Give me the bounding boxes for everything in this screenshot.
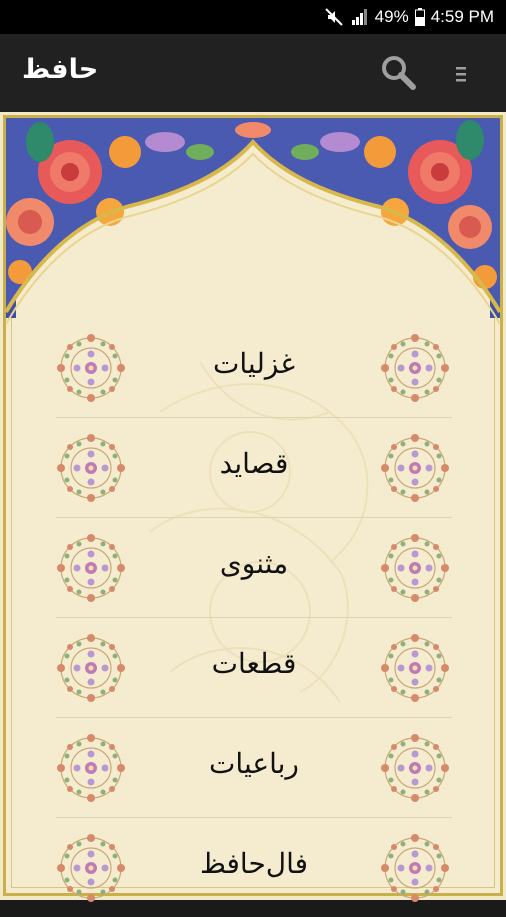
rosette-ornament	[380, 833, 450, 903]
status-bar: 49% 4:59 PM	[0, 0, 506, 34]
rosette-ornament	[380, 633, 450, 703]
menu-item-robaiyat[interactable]: رباعیات	[56, 717, 452, 817]
search-icon	[382, 56, 416, 90]
menu-item-fal-hafez[interactable]: فال‌حافظ	[56, 817, 452, 917]
poetry-menu-list: غزلیات قصاید مثنوی قطعات رباعیات	[56, 317, 452, 917]
battery-icon	[414, 8, 425, 26]
rosette-ornament	[380, 733, 450, 803]
decorative-panel: غزلیات قصاید مثنوی قطعات رباعیات	[0, 112, 506, 903]
signal-icon	[351, 8, 369, 26]
mute-icon	[324, 8, 345, 26]
menu-item-ghazaliyat[interactable]: غزلیات	[56, 317, 452, 417]
app-title: حافظ	[22, 54, 99, 85]
overflow-menu-icon	[456, 67, 466, 82]
rosette-ornament	[380, 333, 450, 403]
menu-item-ghetaat[interactable]: قطعات	[56, 617, 452, 717]
overflow-menu-button[interactable]	[446, 54, 476, 94]
menu-item-masnavi[interactable]: مثنوی	[56, 517, 452, 617]
floral-arch-ornament	[4, 118, 502, 325]
battery-percent: 49%	[374, 7, 409, 26]
app-bar: حافظ	[0, 34, 506, 112]
menu-item-ghasayed[interactable]: قصاید	[56, 417, 452, 517]
rosette-ornament	[380, 533, 450, 603]
clock: 4:59 PM	[430, 7, 494, 26]
rosette-ornament	[380, 433, 450, 503]
search-button[interactable]	[378, 52, 420, 94]
